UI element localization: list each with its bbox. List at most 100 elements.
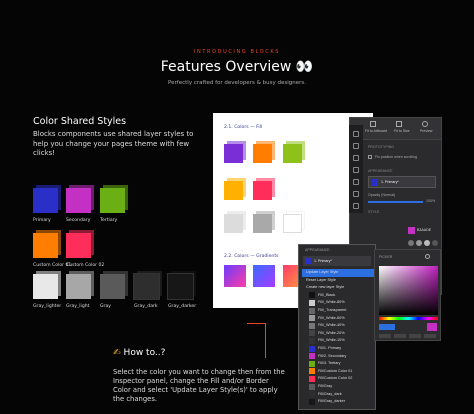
menu-item[interactable]: Fill/Gray_darker xyxy=(302,398,374,406)
howto-title: How to..? xyxy=(123,348,166,358)
menu-item[interactable]: Fill/3. Tertiary xyxy=(302,360,374,368)
menu-item-label: Fill/Gray_darker xyxy=(318,399,346,404)
saturation-brightness-area[interactable] xyxy=(379,266,438,315)
menu-item-color-chip xyxy=(309,368,315,375)
color-swatch-label: Gray_light xyxy=(66,304,90,309)
fix-position-checkbox[interactable] xyxy=(368,155,372,159)
inspector-sidebar xyxy=(349,125,363,213)
opacity-value[interactable]: 100% xyxy=(426,199,435,203)
menu-item-label: Reset Layer Style xyxy=(306,277,336,282)
picker-label: PICKER xyxy=(379,255,393,259)
menu-item-color-chip xyxy=(309,375,315,382)
hex-mode-chip[interactable] xyxy=(379,324,395,330)
blend-mode-icons[interactable] xyxy=(408,240,438,247)
fit-size-icon[interactable] xyxy=(396,121,402,127)
menu-item-label: Fill/_White-40% xyxy=(318,323,345,328)
menu-item-color-chip xyxy=(309,398,315,405)
distribute-icon[interactable] xyxy=(353,143,359,149)
menu-item-color-chip xyxy=(309,292,315,299)
layers-icon[interactable] xyxy=(353,203,359,209)
menu-item[interactable]: Fill/2. Secondary xyxy=(302,353,374,361)
menu-item-label: Fill/_White-10% xyxy=(318,338,345,343)
fill-color-well[interactable] xyxy=(408,227,415,234)
color-picker: PICKER xyxy=(374,249,441,341)
color-swatch-label: Gray xyxy=(100,304,111,309)
color-swatch xyxy=(66,185,94,213)
menu-item-color-chip xyxy=(309,383,315,390)
menu-item[interactable]: Fill/Gray xyxy=(302,383,374,391)
menu-item[interactable]: Fill/_Transparent xyxy=(302,307,374,315)
color-swatch-label: Gray_darker xyxy=(168,304,197,309)
doc-heading-fill: 2.1. Colors — Fill xyxy=(224,125,263,130)
menu-item[interactable]: Fill/_White-10% xyxy=(302,337,374,345)
menu-item-color-chip xyxy=(309,337,315,344)
menu-item[interactable]: Fill/_Black xyxy=(302,292,374,300)
color-swatch xyxy=(66,230,94,258)
menu-item-label: Fill/Gray_dark xyxy=(318,391,342,396)
color-swatch xyxy=(100,271,128,299)
doc-fill-swatch xyxy=(283,141,305,163)
doc-fill-swatch xyxy=(224,178,246,200)
current-style-chip xyxy=(305,258,311,264)
doc-fill-swatch xyxy=(224,211,246,233)
menu-item[interactable]: Update Layer Style xyxy=(302,269,374,277)
picker-inputs[interactable] xyxy=(379,334,437,338)
picker-preview-swatch xyxy=(427,323,437,331)
style-heading: STYLE xyxy=(368,210,380,214)
menu-item[interactable]: Fill/Custom Color 01 xyxy=(302,368,374,376)
menu-item-color-chip xyxy=(309,360,315,367)
menu-item-label: Fill/_White-20% xyxy=(318,330,345,335)
menu-item[interactable]: Fill/_White-60% xyxy=(302,315,374,323)
connector-line-horizontal xyxy=(247,323,266,324)
color-swatch xyxy=(167,271,196,300)
color-swatch xyxy=(33,271,61,299)
howto-heading: ✍ How to..? xyxy=(113,348,165,358)
menu-item-color-chip xyxy=(309,299,315,306)
pointing-hand-icon: ✍ xyxy=(113,348,121,358)
menu-item[interactable]: Create new layer Style xyxy=(302,284,374,292)
menu-item[interactable]: Fill/_White-40% xyxy=(302,322,374,330)
rotate-icon[interactable] xyxy=(353,179,359,185)
tab-preview[interactable]: Preview xyxy=(420,129,432,133)
fix-position-label: Fix position when scrolling xyxy=(375,155,417,159)
color-swatch-label: Gray_lighter xyxy=(33,304,62,309)
section-description: Blocks components use shared layer style… xyxy=(33,130,194,157)
preview-icon[interactable] xyxy=(422,121,428,127)
menu-item-color-chip xyxy=(309,345,315,352)
menu-item-label: Fill/Custom Color 01 xyxy=(318,368,353,373)
page-subtitle: Perfectly crafted for developers & busy … xyxy=(168,80,306,86)
opacity-slider[interactable] xyxy=(368,201,423,203)
menu-item[interactable]: Fill/Custom Color 02 xyxy=(302,375,374,383)
menu-item[interactable]: Fill/Gray_dark xyxy=(302,391,374,399)
menu-item-color-chip xyxy=(309,391,315,398)
section-title: Color Shared Styles xyxy=(33,116,127,127)
tab-fit-artboard[interactable]: Fit to Artboard xyxy=(365,129,387,133)
menu-item[interactable]: Reset Layer Style xyxy=(302,277,374,285)
layer-style-select[interactable]: 1. Primary* xyxy=(368,176,436,188)
menu-item-color-chip xyxy=(309,353,315,360)
eyedropper-icon[interactable] xyxy=(425,254,430,259)
tab-fit-size[interactable]: Fit to Size xyxy=(394,129,410,133)
align-icon[interactable] xyxy=(353,131,359,137)
hue-slider[interactable] xyxy=(379,317,438,320)
menu-item[interactable]: Fill/_White-20% xyxy=(302,330,374,338)
flip-icon[interactable] xyxy=(353,191,359,197)
position-icon[interactable] xyxy=(353,167,359,173)
menu-item[interactable]: Fill/1. Primary xyxy=(302,345,374,353)
fit-artboard-icon[interactable] xyxy=(370,121,376,127)
menu-item-label: Fill/2. Secondary xyxy=(318,353,347,358)
color-swatch xyxy=(33,185,61,213)
color-swatch-label: Gray_dark xyxy=(134,304,158,309)
connector-line-vertical xyxy=(265,323,266,358)
menu-item[interactable]: Fill/_White-80% xyxy=(302,299,374,307)
hex-value[interactable]: B3AADE xyxy=(417,228,431,232)
page-title: Features Overview 👀 xyxy=(160,59,314,75)
menu-item-label: Fill/_White-60% xyxy=(318,315,345,320)
menu-item-label: Fill/Gray xyxy=(318,384,333,388)
resize-icon[interactable] xyxy=(353,155,359,161)
appearance-heading: APPEARANCE xyxy=(368,169,393,173)
doc-gradient-swatch xyxy=(253,265,275,287)
menu-item-label: Fill/1. Primary xyxy=(318,346,342,350)
menu-current-style[interactable]: 1. Primary* xyxy=(303,256,371,266)
menu-header: APPEARANCE xyxy=(305,248,330,252)
